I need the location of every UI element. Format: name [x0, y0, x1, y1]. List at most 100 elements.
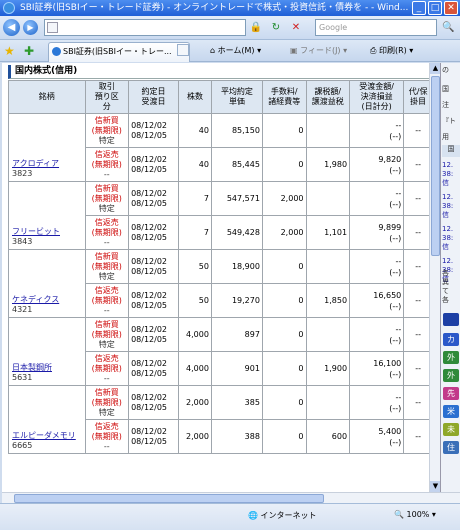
stock-name-link[interactable]: 日本製鋼所	[12, 363, 83, 373]
stock-name-cell: フリービット 3843	[8, 181, 86, 250]
rp-blue-bar	[443, 313, 459, 326]
stock-name-link[interactable]: フリービット	[12, 227, 83, 237]
forward-button[interactable]: ▶	[23, 20, 38, 35]
trade-date: 08/12/02	[131, 392, 167, 402]
stock-code: 5631	[12, 373, 33, 382]
refresh-icon[interactable]: ↻	[268, 20, 284, 35]
rp-news-0[interactable]: 12. 38: 信	[442, 161, 460, 188]
fee-cell: 2,000	[261, 181, 307, 216]
avg-price-cell: 901	[210, 351, 263, 386]
trade-date: 08/12/02	[131, 188, 167, 198]
col-date: 約定日 受渡日	[128, 80, 179, 114]
page-content: 国内株式(信用) 銘柄 取引 預り区 分 約定日 受渡日 株数 平均約定 単価 …	[2, 63, 440, 492]
col-fee: 手数料/ 諸経費等	[261, 80, 307, 114]
feed-label: フィード(J)	[300, 46, 341, 55]
pl-day: (--)	[389, 369, 402, 379]
tax-cell: 1,900	[305, 351, 351, 386]
kind-type: 信返売	[94, 353, 119, 363]
col-avg: 平均約定 単価	[210, 80, 263, 114]
kind-type: 信新買	[94, 115, 119, 125]
zoom-button[interactable]: 🔍 100% ▾	[394, 510, 436, 519]
date-cell: 08/12/02 08/12/05	[128, 351, 179, 386]
kind-type: 信返売	[94, 217, 119, 227]
rp-item-2: 『ト	[442, 117, 456, 125]
tax-cell: 1,980	[305, 147, 351, 182]
pl-day: (--)	[389, 233, 402, 243]
trade-date: 08/12/02	[131, 222, 167, 232]
search-icon[interactable]: 🔍	[440, 19, 457, 36]
rp-button-3[interactable]: 先	[443, 387, 459, 400]
avg-price-cell: 385	[210, 385, 263, 420]
date-cell: 08/12/02 08/12/05	[128, 385, 179, 420]
tax-cell	[305, 113, 351, 148]
tab-active[interactable]: SBI証券(旧SBIイー・トレー...	[48, 42, 190, 62]
rp-button-0[interactable]: カ	[443, 333, 459, 346]
trade-date: 08/12/02	[131, 256, 167, 266]
stock-name-link[interactable]: アクロディア	[12, 159, 83, 169]
add-favorite-icon[interactable]: ✚	[24, 43, 34, 59]
stock-name-link[interactable]: ケネディクス	[12, 295, 83, 305]
address-toolbar: ◀ ▶ 🔒 ↻ ✕ Google 🔍	[0, 16, 460, 40]
table-row: エルピーダメモリ 6665 信新買 (無期限) 特定 08/12/02 08/12/05 2,…	[8, 385, 433, 454]
kind-type: 信新買	[94, 251, 119, 261]
rp-button-6[interactable]: 住	[443, 441, 459, 454]
pl-cell: -- (--)	[349, 385, 405, 420]
avg-price-cell: 18,900	[210, 249, 263, 284]
qty-cell: 40	[178, 113, 212, 148]
kind-account: 特定	[98, 271, 115, 281]
page-icon	[47, 22, 58, 33]
scroll-thumb[interactable]	[431, 76, 440, 256]
kind-term: (無期限)	[91, 397, 122, 407]
kind-account: 特定	[98, 339, 115, 349]
window-titlebar: SBI証券(旧SBIイー・トレード証券) - オンライントレードで株式・投資信託…	[0, 0, 460, 16]
rp-button-2[interactable]: 外	[443, 369, 459, 382]
positions-table: 銘柄 取引 預り区 分 約定日 受渡日 株数 平均約定 単価 手数料/ 諸経費等…	[8, 80, 433, 454]
rp-button-1[interactable]: 外	[443, 351, 459, 364]
maximize-button[interactable]: □	[428, 1, 442, 15]
qty-cell: 4,000	[178, 351, 212, 386]
kind-term: (無期限)	[91, 159, 122, 169]
kind-term: (無期限)	[91, 261, 122, 271]
rp-news-1[interactable]: 12. 38: 信	[442, 193, 460, 220]
stop-icon[interactable]: ✕	[288, 20, 304, 35]
trade-date: 08/12/02	[131, 426, 167, 436]
print-button[interactable]: ⎙ 印刷(R) ▾	[370, 44, 413, 58]
horizontal-scrollbar[interactable]	[2, 492, 460, 503]
hscroll-thumb[interactable]	[14, 494, 324, 503]
kind-cell: 信返売 (無期限) --	[84, 215, 130, 250]
kind-term: (無期限)	[91, 193, 122, 203]
settle-date: 08/12/05	[131, 402, 167, 412]
pl-cell: -- (--)	[349, 113, 405, 148]
rp-button-5[interactable]: 未	[443, 423, 459, 436]
rp-item-0: 国	[442, 85, 449, 93]
fee-cell: 0	[261, 283, 307, 318]
pl-amount: 9,899	[378, 222, 402, 232]
stock-name-link[interactable]: エルピーダメモリ	[12, 431, 83, 441]
zoom-label: 100%	[406, 510, 430, 519]
pl-cell: -- (--)	[349, 317, 405, 352]
back-button[interactable]: ◀	[3, 19, 20, 36]
close-button[interactable]: ✕	[444, 1, 458, 15]
qty-cell: 2,000	[178, 419, 212, 454]
vertical-scrollbar[interactable]: ▲ ▼	[429, 63, 441, 492]
home-button[interactable]: ⌂ ホーム(M) ▾	[210, 44, 261, 58]
settle-date: 08/12/05	[131, 300, 167, 310]
rp-news-2[interactable]: 12. 38: 信	[442, 225, 460, 252]
date-cell: 08/12/02 08/12/05	[128, 249, 179, 284]
kind-type: 信返売	[94, 421, 119, 431]
rp-button-4[interactable]: 米	[443, 405, 459, 418]
kind-cell: 信新買 (無期限) 特定	[84, 385, 130, 420]
new-tab-button[interactable]	[177, 44, 189, 56]
pl-day: (--)	[389, 437, 402, 447]
minimize-button[interactable]: _	[412, 1, 426, 15]
lock-icon[interactable]: 🔒	[248, 20, 264, 35]
kind-account: --	[103, 169, 110, 179]
address-input[interactable]	[44, 19, 246, 36]
search-input[interactable]: Google	[315, 19, 437, 36]
kind-cell: 信新買 (無期限) 特定	[84, 249, 130, 284]
trade-date: 08/12/02	[131, 324, 167, 334]
stock-name-cell: 日本製鋼所 5631	[8, 317, 86, 386]
feed-button[interactable]: ▣ フィード(J) ▾	[290, 44, 347, 58]
pl-amount: 5,400	[378, 426, 402, 436]
favorites-star-icon[interactable]: ★	[4, 43, 15, 59]
